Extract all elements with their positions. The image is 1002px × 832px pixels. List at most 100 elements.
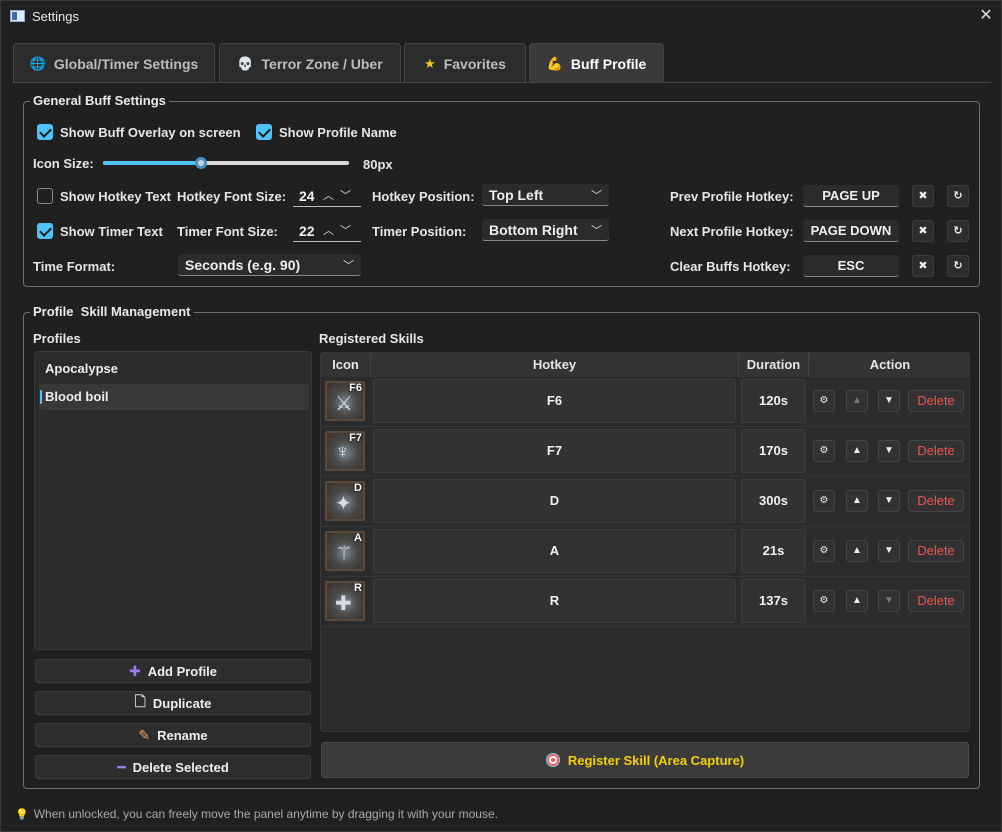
show-timer-text-checkbox[interactable]	[37, 223, 53, 239]
delete-skill-button[interactable]: Delete	[908, 490, 964, 512]
table-row: ⚔ F6 F6 120s ⚙ ▲ ▼ Delete	[321, 377, 969, 427]
reset-clearbuffs-hotkey-button[interactable]: ↻	[947, 255, 969, 277]
move-up-button[interactable]: ▲	[846, 390, 868, 412]
clear-buffs-hotkey-label: Clear Buffs Hotkey:	[670, 259, 791, 274]
show-hotkey-text-checkbox[interactable]	[37, 188, 53, 204]
skill-duration-field[interactable]: 170s	[741, 429, 806, 473]
skill-duration-field[interactable]: 137s	[741, 579, 806, 623]
move-down-button[interactable]: ▼	[878, 490, 900, 512]
delete-skill-button[interactable]: Delete	[908, 440, 964, 462]
plus-icon: ✚	[128, 662, 141, 679]
move-down-button[interactable]: ▼	[878, 440, 900, 462]
footer-text: When unlocked, you can freely move the p…	[33, 807, 498, 821]
skill-settings-button[interactable]: ⚙	[813, 540, 835, 562]
column-header-icon: Icon	[321, 353, 371, 377]
skill-hotkey-field[interactable]: D	[373, 479, 736, 523]
move-down-button[interactable]: ▼	[878, 590, 900, 612]
move-up-button[interactable]: ▲	[846, 590, 868, 612]
hotkey-font-size-spinbox[interactable]: 24 ︿﹀	[293, 185, 361, 207]
clear-prev-hotkey-button[interactable]: ✖	[912, 185, 934, 207]
spinbox-arrows-icon[interactable]: ︿﹀	[323, 222, 357, 238]
tab-global-timer-settings[interactable]: 🌐 Global/Timer Settings	[13, 43, 215, 83]
arrow-up-icon: ▲	[852, 595, 862, 606]
delete-skill-button[interactable]: Delete	[908, 540, 964, 562]
skill-settings-button[interactable]: ⚙	[813, 490, 835, 512]
close-button[interactable]: ✕	[971, 1, 1001, 31]
skill-duration-field[interactable]: 120s	[741, 379, 806, 423]
gear-icon: ⚙	[819, 595, 829, 606]
prev-profile-hotkey-label: Prev Profile Hotkey:	[670, 189, 794, 204]
star-icon: ★	[424, 55, 436, 71]
hotkey-position-dropdown[interactable]: Top Left ﹀	[482, 184, 609, 206]
icon-size-label: Icon Size:	[33, 156, 94, 171]
reset-next-hotkey-button[interactable]: ↻	[947, 220, 969, 242]
duplicate-button[interactable]: 🗋 Duplicate	[35, 691, 311, 715]
skill-hotkey-field[interactable]: R	[373, 579, 736, 623]
clear-buffs-hotkey-field[interactable]: ESC	[803, 255, 899, 277]
registered-skills-label: Registered Skills	[319, 331, 424, 346]
show-overlay-checkbox[interactable]	[37, 124, 53, 140]
move-up-button[interactable]: ▲	[846, 540, 868, 562]
icon-size-value: 80px	[363, 157, 393, 172]
title-bar[interactable]: Settings ✕	[1, 1, 1001, 33]
dropdown-value: Top Left	[489, 187, 544, 203]
delete-skill-button[interactable]: Delete	[908, 590, 964, 612]
show-timer-text-label: Show Timer Text	[60, 224, 163, 239]
next-profile-hotkey-field[interactable]: PAGE DOWN	[803, 220, 899, 242]
skill-hotkey-field[interactable]: F7	[373, 429, 736, 473]
clear-clearbuffs-hotkey-button[interactable]: ✖	[912, 255, 934, 277]
move-up-button[interactable]: ▲	[846, 490, 868, 512]
rename-button[interactable]: ✎ Rename	[35, 723, 311, 747]
skill-settings-button[interactable]: ⚙	[813, 390, 835, 412]
skill-glyph-icon: ✦	[335, 493, 352, 515]
tab-terror-zone-uber[interactable]: 💀 Terror Zone / Uber	[219, 43, 401, 83]
skill-hotkey-field[interactable]: F6	[373, 379, 736, 423]
delete-selected-button[interactable]: ━ Delete Selected	[35, 755, 311, 779]
skill-icon-hotkey-tag: F6	[349, 382, 362, 394]
prev-profile-hotkey-field[interactable]: PAGE UP	[803, 185, 899, 207]
skill-glyph-icon: ⚔	[335, 393, 353, 415]
move-down-button[interactable]: ▼	[878, 540, 900, 562]
clear-next-hotkey-button[interactable]: ✖	[912, 220, 934, 242]
move-down-button[interactable]: ▼	[878, 390, 900, 412]
timer-position-dropdown[interactable]: Bottom Right ﹀	[482, 219, 609, 241]
move-up-button[interactable]: ▲	[846, 440, 868, 462]
skill-settings-button[interactable]: ⚙	[813, 440, 835, 462]
profiles-list[interactable]: Apocalypse Blood boil	[34, 351, 312, 650]
skill-duration-field[interactable]: 21s	[741, 529, 806, 573]
skill-icon: ✚ R	[325, 581, 365, 621]
time-format-dropdown[interactable]: Seconds (e.g. 90) ﹀	[178, 254, 361, 276]
show-profile-name-checkbox[interactable]	[256, 124, 272, 140]
skills-table: Icon Hotkey Duration Action ⚔ F6 F6 120s ⚙ ▲ ▼…	[320, 352, 970, 732]
tab-divider	[13, 82, 991, 83]
app-icon	[10, 10, 25, 22]
reset-icon: ↻	[953, 190, 963, 202]
tab-favorites[interactable]: ★ Favorites	[404, 43, 526, 83]
delete-skill-button[interactable]: Delete	[908, 390, 964, 412]
lightbulb-icon: 💡	[15, 808, 29, 821]
column-header-hotkey: Hotkey	[371, 353, 739, 377]
tab-buff-profile[interactable]: 💪 Buff Profile	[529, 43, 664, 83]
table-row: ⚚ A A 21s ⚙ ▲ ▼ Delete	[321, 527, 969, 577]
skill-settings-button[interactable]: ⚙	[813, 590, 835, 612]
tab-label: Buff Profile	[570, 55, 647, 72]
timer-font-size-spinbox[interactable]: 22 ︿﹀	[293, 220, 361, 242]
hotkey-position-label: Hotkey Position:	[372, 189, 475, 204]
register-skill-button[interactable]: Register Skill (Area Capture)	[321, 742, 969, 778]
reset-prev-hotkey-button[interactable]: ↻	[947, 185, 969, 207]
footer-hint: 💡 When unlocked, you can freely move the…	[15, 807, 498, 821]
close-icon: ✖	[918, 225, 928, 237]
list-item[interactable]: Apocalypse	[39, 356, 309, 382]
list-item-selected[interactable]: Blood boil	[39, 384, 309, 410]
skill-hotkey-field[interactable]: A	[373, 529, 736, 573]
skill-duration-field[interactable]: 300s	[741, 479, 806, 523]
tab-label: Terror Zone / Uber	[261, 55, 383, 72]
icon-size-slider-fill	[103, 161, 202, 165]
add-profile-button[interactable]: ✚ Add Profile	[35, 659, 311, 683]
skill-icon: ♆ F7	[325, 431, 365, 471]
skill-icon-hotkey-tag: F7	[349, 432, 362, 444]
button-label: Add Profile	[147, 663, 218, 679]
arrow-down-icon: ▼	[884, 395, 894, 406]
spinbox-arrows-icon[interactable]: ︿﹀	[323, 187, 357, 203]
window-title: Settings	[32, 9, 79, 24]
